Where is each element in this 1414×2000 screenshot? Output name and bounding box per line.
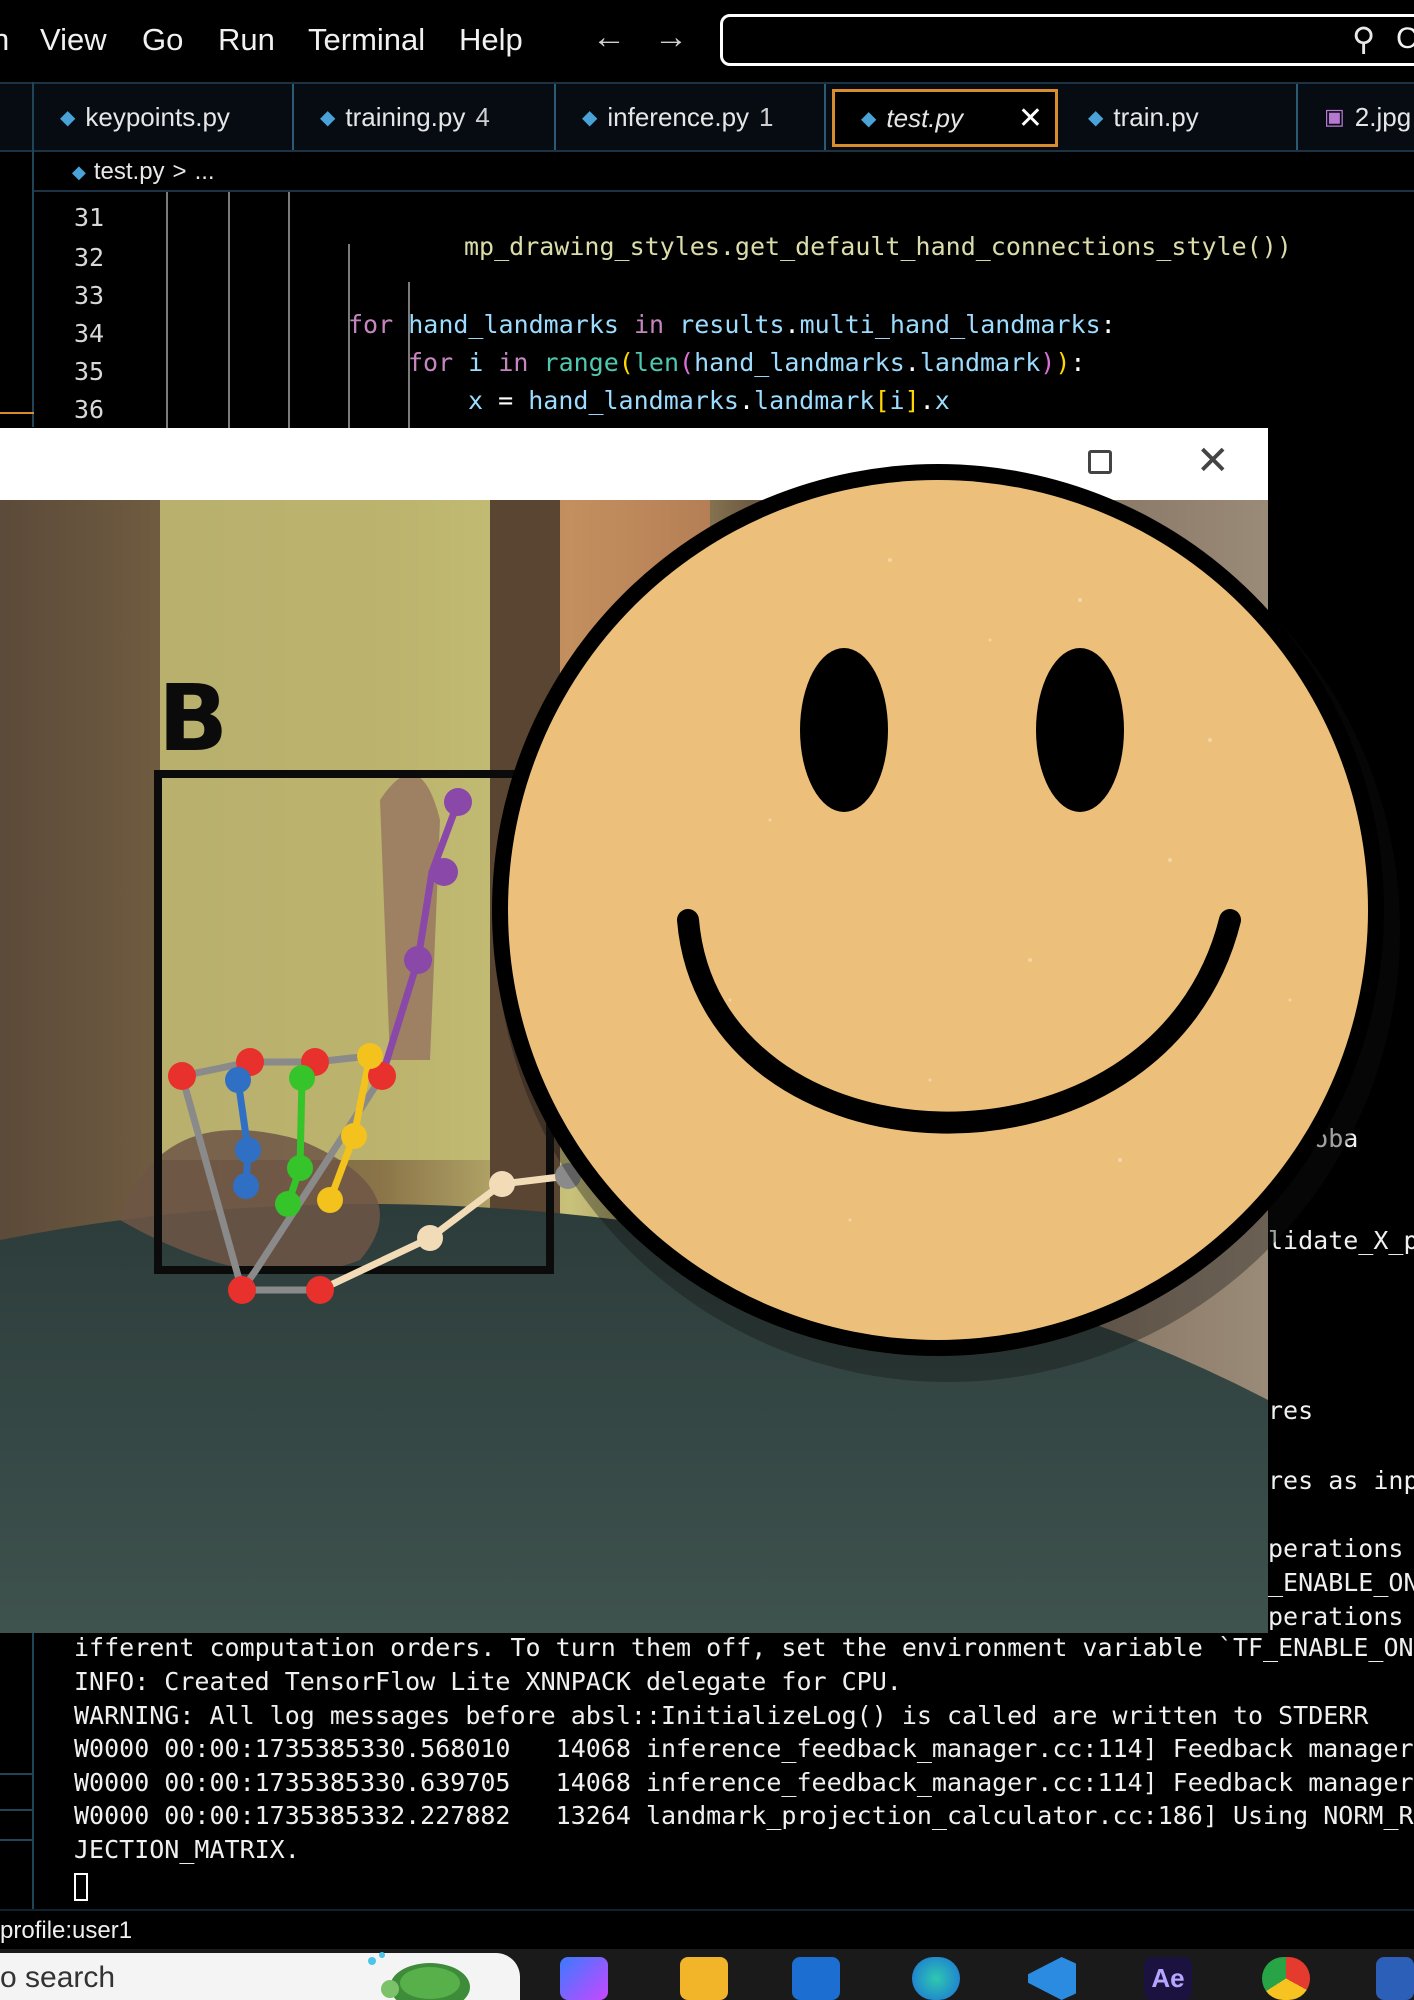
side-output-text: perations a [1268,1534,1404,1563]
terminal-line: WARNING: All log messages before absl::I… [74,1701,1369,1730]
terminal-panel[interactable]: ifferent computation orders. To turn the… [0,1633,1414,1909]
status-profile[interactable]: profile:user1 [0,1917,132,1945]
breadcrumb-file[interactable]: test.py [94,158,165,186]
command-center-search[interactable] [720,14,1414,66]
side-output-text: res [1268,1396,1314,1425]
close-icon[interactable]: ✕ [1018,101,1043,136]
python-file-icon: ◆ [861,107,877,130]
gutter-marker [0,412,34,414]
terminal-line: W0000 00:00:1735385330.639705 14068 infe… [74,1768,1414,1797]
tab-test-active[interactable]: ◆ test.py ✕ [832,89,1058,147]
copilot-icon[interactable] [560,1957,608,2000]
tab-keypoints[interactable]: ◆ keypoints.py [34,84,294,150]
code-line-35: 35 x = hand_landmarks.landmark[i].x [74,357,950,415]
terminal-cursor [74,1873,88,1901]
code-line-37: 37 [34,404,1414,428]
problem-count-badge: 4 [475,101,490,132]
outlook-icon[interactable] [792,1957,840,2000]
arrow-left-icon[interactable]: ← [592,18,626,57]
image-file-icon: ▣ [1324,104,1345,129]
menu-item-help[interactable]: Help [459,22,523,58]
python-file-icon: ◆ [320,106,336,129]
editor-tab-bar: ◆ keypoints.py ◆ training.py 4 ◆ inferen… [0,82,1414,152]
chrome-icon[interactable] [1262,1957,1310,2000]
menu-bar: n View Go Run Terminal Help ← → ⚲ C [0,0,1414,82]
terminal-line: JECTION_MATRIX. [74,1835,300,1864]
turtle-icon [368,1952,470,2000]
taskbar-search-box[interactable]: o search [0,1952,520,2000]
code-line-32: 32 [74,243,105,272]
python-file-icon: ◆ [72,161,86,182]
arrow-right-icon[interactable]: → [654,18,688,57]
menu-item-run[interactable]: Run [218,22,275,58]
terminal-line: INFO: Created TensorFlow Lite XNNPACK de… [74,1667,902,1696]
divider [0,1773,34,1775]
menu-item-selection[interactable]: n [0,22,9,58]
problem-count-badge: 1 [759,101,774,132]
breadcrumb: ◆ test.py > ... [0,152,1414,192]
breadcrumb-symbol[interactable]: ... [195,158,215,186]
after-effects-icon[interactable]: Ae [1144,1957,1192,2000]
python-file-icon: ◆ [1088,106,1104,129]
tab-image[interactable]: ▣ 2.jpg [1298,84,1414,150]
status-bar: profile:user1 [0,1909,1414,1949]
python-file-icon: ◆ [582,106,598,129]
left-eye [800,648,888,812]
smiley-face [508,480,1368,1340]
menu-item-view[interactable]: View [40,22,107,58]
smiley-sticker [492,464,1400,1382]
prediction-label: B [158,665,228,772]
tab-inference[interactable]: ◆ inference.py 1 [556,84,826,150]
code-line-31: 31 mp_drawing_styles.get_default_hand_co… [74,203,1292,261]
terminal-line: W0000 00:00:1735385332.227882 13264 land… [74,1801,1414,1830]
vscode-icon[interactable] [1028,1957,1076,2000]
divider [0,1809,34,1811]
tab-training[interactable]: ◆ training.py 4 [294,84,556,150]
os-taskbar: o search Ae [0,1949,1414,2000]
code-line-33: 33 for hand_landmarks in results.multi_h… [74,281,1116,339]
code-editor[interactable]: 31 mp_drawing_styles.get_default_hand_co… [34,192,1414,428]
side-output-text: _ENABLE_ONE [1268,1568,1414,1597]
terminal-line: ifferent computation orders. To turn the… [74,1633,1414,1662]
taskbar-search-placeholder: o search [0,1961,116,1994]
menu-item-go[interactable]: Go [142,22,183,58]
file-explorer-icon[interactable] [680,1957,728,2000]
terminal-line: W0000 00:00:1735385330.568010 14068 infe… [74,1734,1414,1763]
code-line-34: 34 for i in range(len(hand_landmarks.lan… [74,319,1086,377]
search-icon[interactable]: ⚲ [1352,20,1375,58]
search-partial-text: C [1396,22,1414,55]
breadcrumb-separator: > [172,158,187,185]
activity-bar-edge [0,82,34,427]
python-file-icon: ◆ [60,106,76,129]
edge-icon[interactable] [912,1957,960,2000]
side-output-text: res as inpu [1268,1466,1414,1495]
tab-train[interactable]: ◆ train.py [1062,84,1298,150]
app-icon[interactable] [1376,1957,1414,2000]
terminal-gutter [0,1633,34,1909]
right-eye [1036,648,1124,812]
menu-item-terminal[interactable]: Terminal [308,22,425,58]
divider [0,1839,34,1841]
code-line-36: 36 y = hand_landmarks.landmark[i].y [34,366,1414,428]
side-output-text: perations a [1268,1602,1404,1631]
